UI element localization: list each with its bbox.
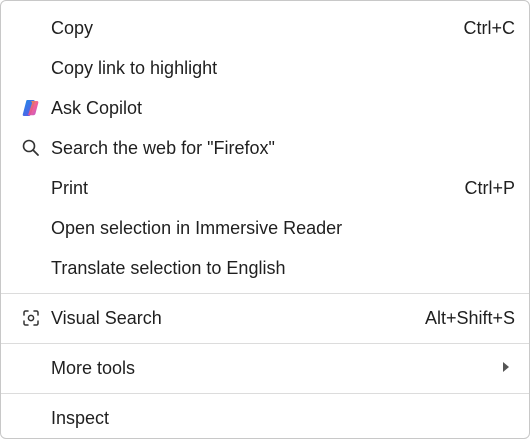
chevron-right-icon <box>503 362 509 372</box>
menu-item-ask-copilot[interactable]: Ask Copilot <box>1 88 529 128</box>
menu-item-label: Print <box>51 178 89 198</box>
menu-item-shortcut: Alt+Shift+S <box>424 308 515 328</box>
menu-item-immersive-reader[interactable]: Open selection in Immersive Reader <box>1 208 529 248</box>
menu-item-label: More tools <box>51 358 136 378</box>
menu-item-visual-search[interactable]: Visual Search Alt+Shift+S <box>1 298 529 338</box>
search-icon <box>21 138 41 158</box>
menu-item-label: Visual Search <box>51 308 162 328</box>
visual-search-icon <box>21 308 41 328</box>
menu-item-label: Copy <box>51 18 94 38</box>
menu-item-translate-selection[interactable]: Translate selection to English <box>1 248 529 288</box>
menu-item-search-web[interactable]: Search the web for "Firefox" <box>1 128 529 168</box>
copilot-icon <box>21 98 41 118</box>
menu-divider <box>1 393 529 394</box>
menu-item-label: Copy link to highlight <box>51 58 218 78</box>
menu-item-copy-link-to-highlight[interactable]: Copy link to highlight <box>1 48 529 88</box>
menu-item-label: Open selection in Immersive Reader <box>51 218 343 238</box>
menu-item-copy[interactable]: Copy Ctrl+C <box>1 8 529 48</box>
menu-item-label: Translate selection to English <box>51 258 286 278</box>
menu-item-label: Ask Copilot <box>51 98 143 118</box>
menu-item-shortcut: Ctrl+P <box>464 178 515 198</box>
menu-item-more-tools[interactable]: More tools <box>1 348 529 388</box>
menu-divider <box>1 293 529 294</box>
menu-item-shortcut: Ctrl+C <box>463 18 515 38</box>
menu-item-label: Inspect <box>51 408 110 428</box>
menu-item-inspect[interactable]: Inspect <box>1 398 529 438</box>
menu-item-label: Search the web for "Firefox" <box>51 138 275 158</box>
context-menu: Copy Ctrl+C Copy link to highlight Ask C… <box>0 0 530 439</box>
menu-item-print[interactable]: Print Ctrl+P <box>1 168 529 208</box>
menu-divider <box>1 343 529 344</box>
